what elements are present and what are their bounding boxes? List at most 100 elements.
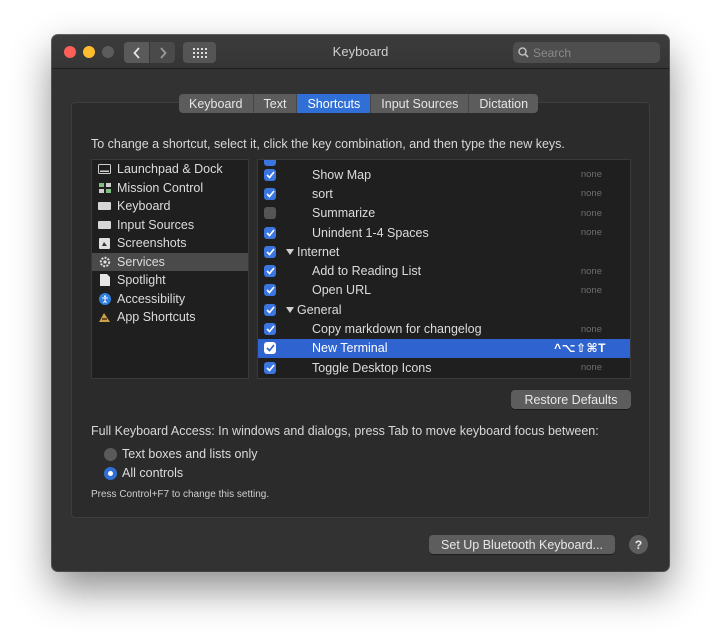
shortcut-label: Add to Reading List (312, 264, 422, 279)
instructions-text: To change a shortcut, select it, click t… (91, 137, 565, 151)
restore-defaults-button[interactable]: Restore Defaults (511, 390, 631, 409)
group-label: Internet (286, 245, 339, 259)
accessibility-icon (98, 292, 111, 305)
checkbox[interactable] (264, 207, 276, 220)
radio-button[interactable] (104, 447, 117, 461)
category-item-accessibility[interactable]: Accessibility (92, 290, 248, 309)
tab-dictation[interactable]: Dictation (469, 94, 538, 113)
gear-icon (98, 256, 111, 267)
checkbox[interactable] (264, 303, 276, 316)
checkmark-icon (265, 248, 275, 256)
tab-input-sources[interactable]: Input Sources (371, 94, 470, 113)
shortcut-row-show-map[interactable]: Show Map none (258, 165, 630, 184)
category-item-input-sources[interactable]: Input Sources (92, 216, 248, 235)
hint-text: Press Control+F7 to change this setting. (91, 489, 270, 500)
checkbox[interactable] (264, 245, 276, 258)
category-label: Accessibility (117, 291, 186, 306)
tab-keyboard[interactable]: Keyboard (179, 94, 254, 113)
disclosure-triangle-icon[interactable] (286, 306, 294, 314)
shortcut-label: Summarize (312, 206, 376, 221)
category-label: Screenshots (117, 236, 187, 251)
shortcut-key[interactable]: none (581, 169, 602, 180)
shortcut-group-internet[interactable]: Internet (258, 242, 630, 261)
shortcut-key[interactable]: none (581, 227, 602, 238)
shortcut-label: Copy markdown for changelog (312, 322, 482, 337)
disclosure-triangle-icon[interactable] (286, 248, 294, 256)
app-shortcuts-icon (98, 312, 111, 323)
shortcut-row-summarize[interactable]: Summarize none (258, 204, 630, 223)
shortcut-label: New Terminal (312, 341, 388, 356)
checkbox[interactable] (264, 284, 276, 297)
checkbox[interactable] (264, 361, 276, 374)
launchpad-dock-icon (98, 164, 111, 175)
category-label: Keyboard (117, 199, 171, 214)
category-item-screenshots[interactable]: Screenshots (92, 234, 248, 253)
shortcut-row-open-url[interactable]: Open URL none (258, 281, 630, 300)
shortcut-row-new-terminal[interactable]: New Terminal ^⌥⇧⌘T (258, 338, 630, 358)
checkmark-icon (265, 344, 275, 353)
radio-text-boxes-lists[interactable]: Text boxes and lists only (104, 447, 258, 461)
checkmark-icon (265, 325, 275, 333)
input-sources-icon (98, 219, 111, 230)
shortcut-key[interactable]: none (581, 362, 602, 373)
shortcut-label: sort (312, 186, 333, 201)
screenshots-icon (98, 237, 111, 249)
setup-bluetooth-keyboard-button[interactable]: Set Up Bluetooth Keyboard... (429, 535, 615, 554)
checkmark-icon (265, 364, 275, 372)
shortcut-row-add-to-reading-list[interactable]: Add to Reading List none (258, 261, 630, 280)
checkmark-icon (265, 306, 275, 314)
category-label: Spotlight (117, 273, 166, 288)
shortcut-key[interactable]: none (581, 285, 602, 296)
radio-all-controls[interactable]: All controls (104, 466, 183, 480)
checkbox[interactable] (264, 323, 276, 336)
shortcut-key[interactable]: none (581, 266, 602, 277)
keyboard-icon (98, 201, 111, 212)
tab-shortcuts[interactable]: Shortcuts (297, 94, 372, 113)
category-item-app-shortcuts[interactable]: App Shortcuts (92, 308, 248, 327)
keyboard-preferences-window: Keyboard Keyboard Text Shortcuts Input S… (52, 35, 669, 571)
tab-text[interactable]: Text (254, 94, 298, 113)
search-box[interactable] (513, 42, 660, 63)
checkmark-icon (265, 190, 275, 198)
shortcut-group-general[interactable]: General (258, 300, 630, 319)
group-label: General (286, 303, 341, 317)
shortcut-key[interactable]: ^⌥⇧⌘T (554, 341, 606, 355)
shortcut-list[interactable]: Show Map none sort none Summarize none U… (257, 159, 631, 379)
checkmark-icon (265, 171, 275, 179)
category-list[interactable]: Launchpad & Dock Mission Control Keyboar… (91, 159, 249, 379)
checkbox[interactable] (264, 168, 276, 181)
category-item-mission-control[interactable]: Mission Control (92, 179, 248, 198)
category-label: Services (117, 254, 165, 269)
category-item-keyboard[interactable]: Keyboard (92, 197, 248, 216)
checkmark-icon (265, 286, 275, 295)
shortcut-key[interactable]: none (581, 188, 602, 199)
checkbox[interactable] (264, 187, 276, 200)
shortcut-label: Toggle Desktop Icons (312, 360, 432, 375)
shortcut-row-copy-markdown[interactable]: Copy markdown for changelog none (258, 319, 630, 338)
category-item-spotlight[interactable]: Spotlight (92, 271, 248, 290)
shortcut-row-unindent[interactable]: Unindent 1-4 Spaces none (258, 223, 630, 242)
full-keyboard-access-label: Full Keyboard Access: In windows and dia… (91, 424, 599, 438)
shortcut-key[interactable]: none (581, 208, 602, 219)
shortcut-key[interactable]: none (581, 324, 602, 335)
checkmark-icon (265, 267, 275, 275)
tab-bar: Keyboard Text Shortcuts Input Sources Di… (179, 94, 539, 113)
search-icon (518, 47, 529, 58)
shortcut-row-sort[interactable]: sort none (258, 184, 630, 203)
radio-label: All controls (122, 466, 184, 480)
shortcut-row-toggle-desktop-icons[interactable]: Toggle Desktop Icons none (258, 358, 630, 377)
help-button[interactable]: ? (629, 535, 648, 554)
category-label: App Shortcuts (117, 310, 196, 325)
category-label: Launchpad & Dock (117, 162, 223, 177)
category-label: Input Sources (117, 217, 195, 232)
checkbox[interactable] (264, 342, 276, 355)
checkmark-icon (265, 229, 275, 237)
checkbox[interactable] (264, 265, 276, 278)
category-item-services[interactable]: Services (92, 252, 248, 271)
category-item-launchpad-dock[interactable]: Launchpad & Dock (92, 160, 248, 179)
search-input[interactable] (533, 45, 653, 60)
checkbox[interactable] (264, 226, 276, 239)
group-name: Internet (297, 244, 340, 259)
radio-button[interactable] (104, 466, 117, 480)
group-name: General (297, 302, 342, 317)
